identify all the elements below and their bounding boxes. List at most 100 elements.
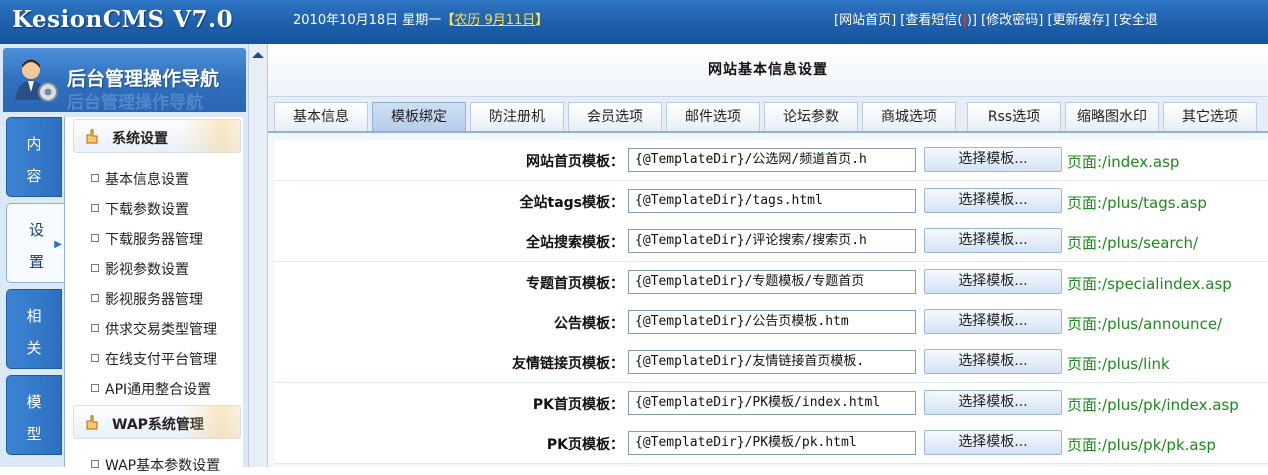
lunar-date-link[interactable]: 农历 9月11日 bbox=[454, 13, 535, 28]
top-header: KesionCMS V7.0 2010年10月18日 星期一【农历 9月11日】… bbox=[0, 0, 1268, 44]
row-label: 友情链接页模板： bbox=[512, 356, 624, 372]
group-wap-system[interactable]: WAP系统管理 bbox=[73, 405, 241, 439]
template-row-search: 全站搜索模板： {@TemplateDir}/评论搜索/搜索页.h 选择模板..… bbox=[274, 221, 1268, 262]
template-path-input[interactable]: {@TemplateDir}/PK模板/pk.html bbox=[628, 431, 916, 455]
brand-logo: KesionCMS V7.0 bbox=[12, 6, 234, 33]
page-title: 网站基本信息设置 bbox=[268, 44, 1268, 97]
page-path: 页面:/index.asp bbox=[1067, 153, 1180, 171]
vtab-related[interactable]: 相 关 bbox=[6, 289, 62, 369]
menu-item-label: 在线支付平台管理 bbox=[105, 352, 217, 368]
bullet-icon bbox=[91, 234, 99, 242]
top-links: [网站首页] [查看短信(|)] [修改密码] [更新缓存] [安全退 bbox=[834, 9, 1158, 28]
template-path-input[interactable]: {@TemplateDir}/评论搜索/搜索页.h bbox=[628, 229, 916, 253]
choose-template-button[interactable]: 选择模板... bbox=[924, 188, 1062, 213]
choose-template-button[interactable]: 选择模板... bbox=[924, 147, 1062, 172]
menu-item-label: API通用整合设置 bbox=[105, 382, 212, 398]
bullet-icon bbox=[91, 324, 99, 332]
sidebar-header: 后台管理操作导航 后台管理操作导航 bbox=[3, 48, 246, 112]
template-path-input[interactable]: {@TemplateDir}/tags.html bbox=[628, 189, 916, 213]
update-cache-link[interactable]: [更新缓存] bbox=[1047, 13, 1109, 28]
template-row-pk-index: PK首页模板： {@TemplateDir}/PK模板/index.html 选… bbox=[274, 383, 1268, 424]
menu-item-api-integration[interactable]: API通用整合设置 bbox=[91, 379, 211, 399]
tab-rss-options[interactable]: Rss选项 bbox=[967, 102, 1061, 131]
vtab-related-char1: 相 bbox=[26, 307, 42, 325]
template-row-tags: 全站tags模板： {@TemplateDir}/tags.html 选择模板.… bbox=[274, 181, 1268, 222]
tab-anti-registration[interactable]: 防注册机 bbox=[470, 102, 564, 131]
tab-thumbnail-watermark[interactable]: 缩略图水印 bbox=[1065, 102, 1159, 131]
group-decoration bbox=[180, 120, 240, 153]
hand-icon bbox=[86, 129, 98, 144]
admin-user-icon bbox=[15, 59, 58, 102]
menu-item-label: 下载服务器管理 bbox=[105, 232, 203, 248]
page-path: 页面:/plus/pk/index.asp bbox=[1067, 396, 1239, 414]
menu-item-trade-types[interactable]: 供求交易类型管理 bbox=[91, 319, 217, 339]
row-label: 网站首页模板： bbox=[526, 154, 624, 170]
view-messages-close: )] bbox=[966, 13, 977, 28]
vtab-settings[interactable]: 设 置 ▶ bbox=[6, 203, 66, 283]
row-label: 全站tags模板： bbox=[519, 195, 625, 211]
menu-item-download-params[interactable]: 下载参数设置 bbox=[91, 199, 189, 219]
choose-template-button[interactable]: 选择模板... bbox=[924, 390, 1062, 415]
menu-item-download-servers[interactable]: 下载服务器管理 bbox=[91, 229, 203, 249]
vtab-model-char2: 型 bbox=[26, 425, 42, 443]
sidebar-scrollbar[interactable] bbox=[248, 44, 268, 467]
menu-item-wap-params[interactable]: WAP基本参数设置 bbox=[91, 455, 220, 475]
main-content: 网站基本信息设置 基本信息 模板绑定 防注册机 会员选项 邮件选项 论坛参数 商… bbox=[268, 44, 1268, 467]
view-messages-label: [查看短信( bbox=[900, 13, 963, 28]
template-path-input[interactable]: {@TemplateDir}/PK模板/index.html bbox=[628, 391, 916, 415]
tab-other-options[interactable]: 其它选项 bbox=[1163, 102, 1257, 131]
menu-item-payment-platforms[interactable]: 在线支付平台管理 bbox=[91, 349, 217, 369]
vtab-content[interactable]: 内 容 bbox=[6, 117, 62, 197]
change-password-link[interactable]: [修改密码] bbox=[981, 13, 1043, 28]
row-label: 公告模板： bbox=[554, 316, 624, 332]
template-path-input[interactable]: {@TemplateDir}/专题模板/专题首页 bbox=[628, 270, 916, 294]
logout-link[interactable]: [安全退 bbox=[1114, 13, 1158, 28]
view-messages-link[interactable]: [查看短信(|)] bbox=[900, 13, 977, 28]
scroll-up-icon[interactable] bbox=[252, 52, 264, 58]
row-label: PK首页模板： bbox=[532, 397, 624, 413]
tab-forum-params[interactable]: 论坛参数 bbox=[764, 102, 858, 131]
choose-template-button[interactable]: 选择模板... bbox=[924, 269, 1062, 294]
tab-shop-options[interactable]: 商城选项 bbox=[862, 102, 956, 131]
menu-item-label: 基本信息设置 bbox=[105, 172, 189, 188]
row-label: 专题首页模板： bbox=[526, 276, 624, 292]
choose-template-button[interactable]: 选择模板... bbox=[924, 349, 1062, 374]
bullet-icon bbox=[91, 264, 99, 272]
vtab-content-char2: 容 bbox=[26, 167, 42, 185]
hand-icon bbox=[86, 415, 98, 430]
menu-item-label: WAP基本参数设置 bbox=[105, 458, 221, 474]
bullet-icon bbox=[91, 204, 99, 212]
tab-template-binding[interactable]: 模板绑定 bbox=[372, 102, 466, 131]
choose-template-button[interactable]: 选择模板... bbox=[924, 309, 1062, 334]
vtab-content-char1: 内 bbox=[26, 135, 42, 153]
choose-template-button[interactable]: 选择模板... bbox=[924, 228, 1062, 253]
template-row-links: 友情链接页模板： {@TemplateDir}/友情链接首页模板. 选择模板..… bbox=[274, 342, 1268, 383]
vtab-model[interactable]: 模 型 bbox=[6, 375, 62, 455]
menu-area: 系统设置 基本信息设置 下载参数设置 下载服务器管理 影视参数设置 影视服务器管… bbox=[64, 117, 243, 474]
vtab-model-char1: 模 bbox=[26, 393, 42, 411]
left-sidebar: 后台管理操作导航 后台管理操作导航 内 容 设 置 ▶ 相 关 模 型 系统设置 bbox=[0, 44, 249, 474]
row-label: PK页模板： bbox=[546, 437, 624, 453]
tab-mail-options[interactable]: 邮件选项 bbox=[666, 102, 760, 131]
menu-item-video-params[interactable]: 影视参数设置 bbox=[91, 259, 189, 279]
bullet-icon bbox=[91, 354, 99, 362]
page-path: 页面:/plus/tags.asp bbox=[1067, 194, 1207, 212]
page-path: 页面:/specialindex.asp bbox=[1067, 275, 1232, 293]
site-home-link[interactable]: [网站首页] bbox=[834, 13, 896, 28]
template-path-input[interactable]: {@TemplateDir}/公选网/频道首页.h bbox=[628, 148, 916, 172]
tab-member-options[interactable]: 会员选项 bbox=[568, 102, 662, 131]
choose-template-button[interactable]: 选择模板... bbox=[924, 430, 1062, 455]
template-row-pk: PK页模板： {@TemplateDir}/PK模板/pk.html 选择模板.… bbox=[274, 423, 1268, 464]
tab-basic-info[interactable]: 基本信息 bbox=[274, 102, 368, 131]
menu-item-video-servers[interactable]: 影视服务器管理 bbox=[91, 289, 203, 309]
tab-bar: 基本信息 模板绑定 防注册机 会员选项 邮件选项 论坛参数 商城选项 Rss选项… bbox=[268, 97, 1268, 133]
menu-item-basic-info[interactable]: 基本信息设置 bbox=[91, 169, 189, 189]
template-row-home: 网站首页模板： {@TemplateDir}/公选网/频道首页.h 选择模板..… bbox=[274, 140, 1268, 181]
template-row-announce: 公告模板： {@TemplateDir}/公告页模板.htm 选择模板... 页… bbox=[274, 302, 1268, 343]
date-display: 2010年10月18日 星期一【农历 9月11日】 bbox=[293, 9, 548, 28]
bullet-icon bbox=[91, 384, 99, 392]
group-system-settings[interactable]: 系统设置 bbox=[73, 119, 241, 153]
template-path-input[interactable]: {@TemplateDir}/友情链接首页模板. bbox=[628, 350, 916, 374]
template-path-input[interactable]: {@TemplateDir}/公告页模板.htm bbox=[628, 310, 916, 334]
bullet-icon bbox=[91, 294, 99, 302]
